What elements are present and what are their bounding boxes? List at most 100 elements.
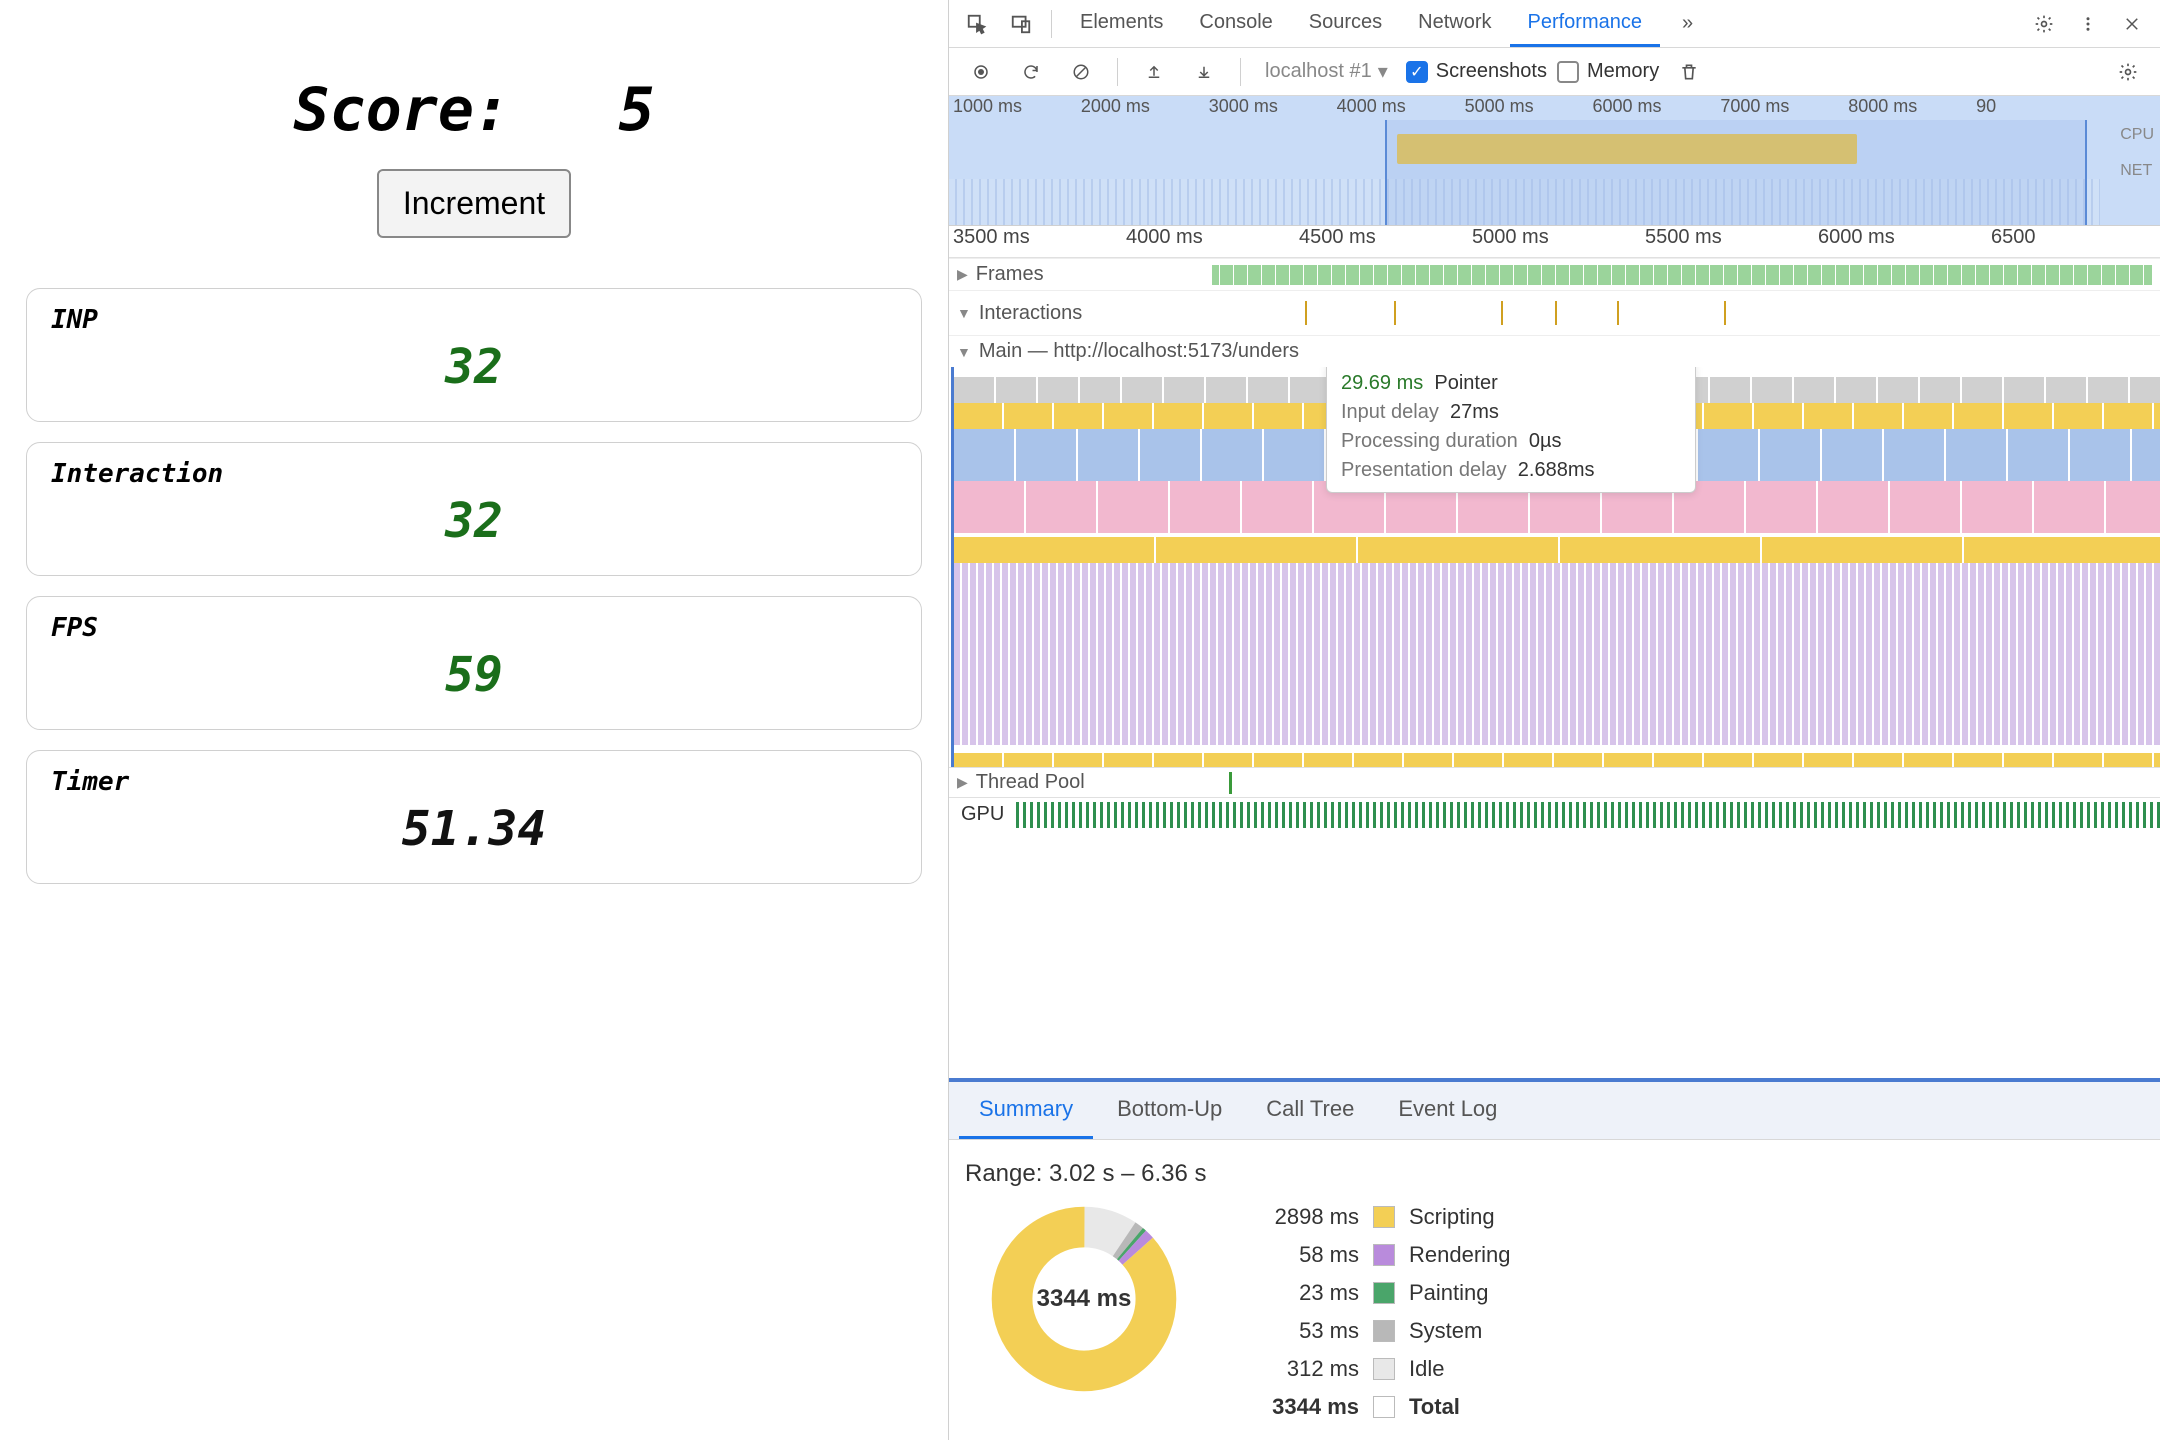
tab-sources[interactable]: Sources [1291,1,1400,47]
legend-swatch [1373,1396,1395,1418]
timeline-overview[interactable]: 1000 ms2000 ms3000 ms4000 ms5000 ms6000 … [949,96,2160,226]
details-pane: SummaryBottom-UpCall TreeEvent Log Range… [949,1080,2160,1440]
legend-row: 53 ms System [1249,1318,1511,1344]
metric-card-label: Interaction [51,459,897,489]
settings-icon[interactable] [2024,4,2064,44]
tooltip-row: Input delay 27ms [1341,401,1681,424]
screenshots-checkbox[interactable]: ✓ Screenshots [1406,60,1547,83]
score-display: Score: 5 [293,75,654,145]
metric-card-value: 32 [51,493,897,549]
cpu-label: CPU [2120,126,2154,144]
summary-panel: Range: 3.02 s – 6.36 s 3344 ms 2898 ms [949,1140,2160,1440]
upload-profile-icon[interactable] [1134,52,1174,92]
ruler-tick: 5500 ms [1641,226,1814,257]
reload-record-icon[interactable] [1011,52,1051,92]
legend-label: Total [1409,1394,1460,1420]
tooltip-event: Pointer [1434,372,1497,394]
details-tab-summary[interactable]: Summary [959,1082,1093,1139]
overview-tick: 90 [1972,96,2100,120]
timeline-lanes: ▶ Frames ▼ Interactions ▼ Main — http:/ [949,258,2160,1080]
ruler-tick: 6000 ms [1814,226,1987,257]
capture-settings-icon[interactable] [2108,52,2148,92]
donut-center-value: 3344 ms [989,1204,1179,1394]
tab-elements[interactable]: Elements [1062,1,1181,47]
tooltip-time: 29.69 ms [1341,372,1423,394]
gpu-label: GPU [961,803,1004,826]
gc-icon[interactable] [1669,52,1709,92]
more-tabs-button[interactable]: » [1664,2,1711,45]
overview-tick: 6000 ms [1588,96,1716,120]
threadpool-lane[interactable]: ▶ Thread Pool [949,767,2160,797]
devtools-panel: ElementsConsoleSourcesNetworkPerformance… [948,0,2160,1440]
tab-performance[interactable]: Performance [1510,1,1661,47]
legend-ms: 53 ms [1249,1318,1359,1344]
interaction-tooltip: 29.69 ms Pointer Input delay 27ms Process… [1326,367,1696,493]
legend-row: 2898 ms Scripting [1249,1204,1511,1230]
tab-console[interactable]: Console [1181,1,1290,47]
tooltip-row: Processing duration 0µs [1341,430,1681,453]
tab-network[interactable]: Network [1400,1,1509,47]
summary-donut-chart: 3344 ms [989,1204,1179,1394]
increment-button[interactable]: Increment [377,169,571,238]
legend-swatch [1373,1282,1395,1304]
chevron-down-icon: ▾ [1378,59,1388,84]
details-tab-event-log[interactable]: Event Log [1378,1082,1517,1139]
kebab-menu-icon[interactable] [2068,4,2108,44]
legend-label: Scripting [1409,1204,1495,1230]
metric-card: Interaction 32 [26,442,922,576]
memory-checkbox[interactable]: Memory [1557,60,1659,83]
metric-card: FPS 59 [26,596,922,730]
clear-icon[interactable] [1061,52,1101,92]
legend-swatch [1373,1320,1395,1342]
profile-select[interactable]: localhost #1 ▾ [1257,55,1396,88]
score-value: 5 [619,75,655,145]
check-icon: ✓ [1406,61,1428,83]
legend-swatch [1373,1206,1395,1228]
interactions-lane-header[interactable]: ▼ Interactions [949,290,2160,335]
inspect-icon[interactable] [957,4,997,44]
overview-tick: 4000 ms [1333,96,1461,120]
legend-row: 312 ms Idle [1249,1356,1511,1382]
overview-tick: 1000 ms [949,96,1077,120]
main-flame-chart[interactable]: 29.69 ms Pointer Input delay 27ms Process… [951,367,2160,767]
metric-card-value: 32 [51,339,897,395]
device-toolbar-icon[interactable] [1001,4,1041,44]
metric-cards: INP 32Interaction 32FPS 59Timer 51.34 [26,288,922,884]
details-tabs: SummaryBottom-UpCall TreeEvent Log [949,1082,2160,1140]
net-label: NET [2120,162,2154,180]
ruler-tick: 6500 [1987,226,2160,257]
gpu-lane[interactable]: GPU [949,797,2160,831]
metric-card-value: 59 [51,647,897,703]
legend-swatch [1373,1244,1395,1266]
expand-icon: ▶ [957,266,968,283]
tooltip-row: Presentation delay 2.688ms [1341,459,1681,482]
close-devtools-icon[interactable] [2112,4,2152,44]
summary-legend: 2898 ms Scripting58 ms Rendering23 ms Pa… [1249,1204,1511,1420]
ruler-tick: 4000 ms [1122,226,1295,257]
overview-tick: 3000 ms [1205,96,1333,120]
metric-card-label: INP [51,305,897,335]
screenshots-label: Screenshots [1436,60,1547,83]
timeline-ruler[interactable]: 3500 ms4000 ms4500 ms5000 ms5500 ms6000 … [949,226,2160,258]
interactions-strip [1260,295,2152,331]
summary-range: Range: 3.02 s – 6.36 s [965,1160,2144,1188]
overview-tick: 7000 ms [1716,96,1844,120]
download-profile-icon[interactable] [1184,52,1224,92]
record-icon[interactable] [961,52,1001,92]
details-tab-call-tree[interactable]: Call Tree [1246,1082,1374,1139]
frames-lane-header[interactable]: ▶ Frames [949,258,2160,290]
ruler-tick: 3500 ms [949,226,1122,257]
gpu-strip [1016,802,2160,828]
overview-selection[interactable] [1385,120,2087,225]
main-lane-header[interactable]: ▼ Main — http://localhost:5173/unders [949,335,2160,367]
main-label: Main — http://localhost:5173/unders [979,340,1299,363]
legend-label: Idle [1409,1356,1444,1382]
overview-tick: 2000 ms [1077,96,1205,120]
threadpool-label: Thread Pool [976,771,1085,794]
score-label: Score: [293,75,510,145]
check-icon [1557,61,1579,83]
interactions-label: Interactions [979,302,1082,325]
details-tab-bottom-up[interactable]: Bottom-Up [1097,1082,1242,1139]
legend-label: Rendering [1409,1242,1511,1268]
legend-row: 23 ms Painting [1249,1280,1511,1306]
